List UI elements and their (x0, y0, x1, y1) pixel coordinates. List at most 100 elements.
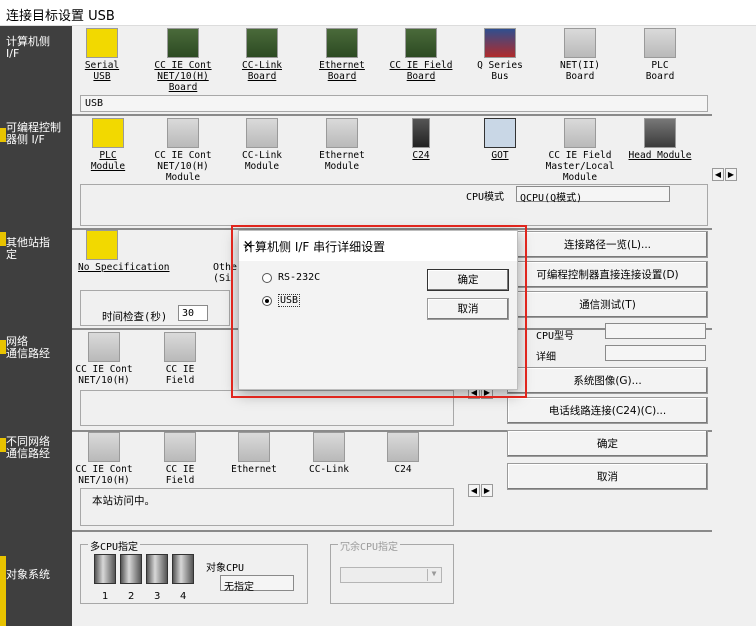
time-check-input[interactable]: 30 (178, 305, 208, 321)
plc-if-got[interactable]: GOT (460, 118, 540, 161)
plc-if-cc-ie-field-master[interactable]: CC IE Field Master/Local Module (540, 118, 620, 183)
time-check-label: 时间检查(秒) (102, 311, 168, 323)
scroll-left-icon[interactable]: ◀ (712, 168, 724, 181)
plc-board-icon (644, 28, 676, 58)
left-section-panel (0, 26, 72, 626)
scroll-right-icon[interactable]: ▶ (725, 168, 737, 181)
diff-net-label: CC-Link (308, 464, 350, 475)
plc-if-label: CC IE Cont NET/10(H) Module (154, 150, 212, 183)
detail-label: 详细 (536, 352, 556, 363)
pc-if-serial-usb[interactable]: Serial USB (62, 28, 142, 82)
net-cc-ie-cont-icon (88, 332, 120, 362)
cc-ie-field-master-icon (564, 118, 596, 148)
diff-net-cc-link[interactable]: CC-Link (289, 432, 369, 475)
diff-net-label: Ethernet (231, 464, 277, 475)
redundant-cpu-select[interactable]: ▼ (340, 567, 442, 583)
cpu-type-field (605, 323, 706, 339)
target-cpu-label: 对象CPU (206, 563, 245, 574)
net-route-label: CC IE Cont NET/10(H) (75, 364, 133, 386)
cpu-number: 1 (102, 591, 109, 602)
status-text: 本站访问中。 (92, 495, 155, 507)
window-title: 连接目标设置 USB (6, 9, 115, 24)
diff-net-cc-ie-field[interactable]: CC IE Field (140, 432, 220, 486)
section-label-pc-if: 计算机侧 I/F (6, 35, 50, 60)
net-route-cc-ie-cont[interactable]: CC IE Cont NET/10(H) (64, 332, 144, 386)
plc-if-cc-link-module[interactable]: CC-Link Module (222, 118, 302, 172)
scroll-right-icon[interactable]: ▶ (481, 484, 493, 497)
cc-link-module-icon (246, 118, 278, 148)
net-route-cc-ie-field[interactable]: CC IE Field (140, 332, 220, 386)
diff-net-scroll[interactable]: ◀ ▶ (468, 484, 494, 497)
window-titlebar: 连接目标设置 USB (0, 0, 756, 26)
ethernet-module-icon (326, 118, 358, 148)
cpu-number: 4 (180, 591, 187, 602)
plc-if-ethernet-module[interactable]: Ethernet Module (302, 118, 382, 172)
highlight-box (231, 225, 527, 398)
diff-cc-ie-cont-icon (88, 432, 120, 462)
system-image-button[interactable]: 系统图像(G)... (507, 367, 708, 394)
plc-if-label: CC-Link Module (241, 150, 283, 172)
diff-net-cc-ie-cont[interactable]: CC IE Cont NET/10(H) (64, 432, 144, 486)
pc-if-ethernet-board[interactable]: Ethernet Board (302, 28, 382, 82)
q-series-bus-icon (484, 28, 516, 58)
diff-net-c24[interactable]: C24 (363, 432, 443, 475)
pc-if-cc-link-board[interactable]: CC-Link Board (222, 28, 302, 82)
cpu-4-icon[interactable] (172, 554, 194, 584)
multi-cpu-title: 多CPU指定 (88, 538, 141, 553)
other-station-no-spec[interactable]: No Specification (78, 230, 178, 273)
diff-net-ethernet[interactable]: Ethernet (214, 432, 294, 475)
route-list-button[interactable]: 连接路径一览(L)... (507, 231, 708, 258)
serial-usb-icon (86, 28, 118, 58)
scroll-left-icon[interactable]: ◀ (468, 484, 480, 497)
pc-if-plc-board[interactable]: PLC Board (620, 28, 700, 82)
head-module-icon (644, 118, 676, 148)
plc-if-c24[interactable]: C24 (381, 118, 461, 161)
plc-if-cc-ie-cont-module[interactable]: CC IE Cont NET/10(H) Module (143, 118, 223, 183)
cpu-mode-field[interactable]: QCPU(Q模式) (516, 186, 670, 204)
plc-if-label: Ethernet Module (319, 150, 365, 172)
pc-if-label: Serial USB (84, 60, 120, 82)
diff-c24-icon (387, 432, 419, 462)
comm-test-button[interactable]: 通信测试(T) (507, 291, 708, 318)
section-marker (0, 556, 6, 626)
pc-if-label: CC IE Cont NET/10(H) Board (154, 60, 212, 93)
plc-if-label: GOT (491, 150, 509, 161)
cancel-button[interactable]: 取消 (507, 463, 708, 490)
plc-if-plc-module[interactable]: PLC Module (68, 118, 148, 172)
plc-if-scroll[interactable]: ◀ ▶ (712, 168, 738, 181)
diff-net-label: CC IE Field (165, 464, 195, 486)
pc-if-net-ii-board[interactable]: NET(II) Board (540, 28, 620, 82)
plc-module-icon (92, 118, 124, 148)
chevron-down-icon: ▼ (427, 569, 440, 581)
cpu-3-icon[interactable] (146, 554, 168, 584)
direct-connection-button[interactable]: 可编程控制器直接连接设置(D) (507, 261, 708, 288)
pc-if-label: CC IE Field Board (389, 60, 453, 82)
pc-if-label: NET(II) Board (559, 60, 601, 82)
pc-if-q-series-bus[interactable]: Q Series Bus (460, 28, 540, 82)
cpu-2-icon[interactable] (120, 554, 142, 584)
pc-if-label: Q Series Bus (477, 60, 523, 82)
section-label-plc-if: 可编程控制 器侧 I/F (6, 121, 61, 146)
got-icon (484, 118, 516, 148)
plc-if-label: C24 (412, 150, 430, 161)
pc-if-cc-ie-cont-board[interactable]: CC IE Cont NET/10(H) Board (143, 28, 223, 93)
plc-if-head-module[interactable]: Head Module (620, 118, 700, 161)
no-specification-icon (86, 230, 118, 260)
section-label-diff-network: 不同网络 通信路经 (6, 435, 50, 460)
cc-ie-cont-module-icon (167, 118, 199, 148)
window-right-edge (742, 26, 756, 626)
cc-ie-field-board-icon (405, 28, 437, 58)
diff-net-label: C24 (394, 464, 412, 475)
net-ii-board-icon (564, 28, 596, 58)
net-route-label: CC IE Field (165, 364, 195, 386)
ok-button[interactable]: 确定 (507, 430, 708, 457)
cpu-number: 2 (128, 591, 135, 602)
cpu-number: 3 (154, 591, 161, 602)
c24-icon (412, 118, 430, 148)
phone-line-button[interactable]: 电话线路连接(C24)(C)... (507, 397, 708, 424)
cpu-1-icon[interactable] (94, 554, 116, 584)
pc-if-cc-ie-field-board[interactable]: CC IE Field Board (381, 28, 461, 82)
detail-field (605, 345, 706, 361)
redundant-cpu-title: 冗余CPU指定 (338, 538, 401, 553)
divider (72, 530, 712, 532)
